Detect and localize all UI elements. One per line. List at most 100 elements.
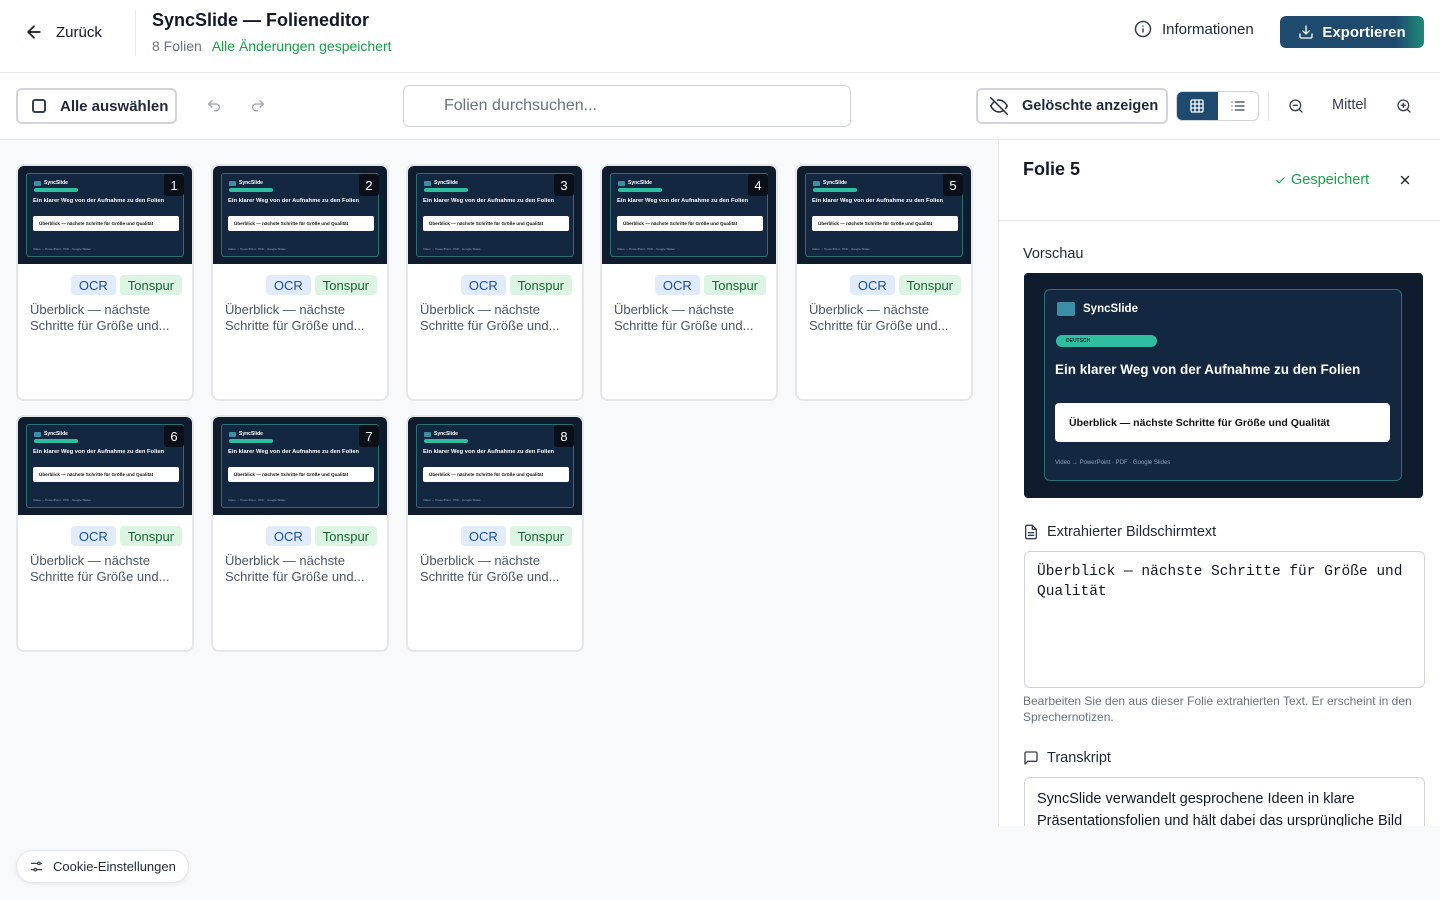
slide-card[interactable]: SyncSlide Ein klarer Weg von der Aufnahme… [211,164,389,401]
thumbnail-box: Überblick — nächste Schritte für Größe u… [617,216,763,231]
slide-excerpt: Überblick — nächste Schritte für Größe u… [809,302,949,333]
list-view-button[interactable] [1218,92,1259,120]
thumbnail-logo: SyncSlide [229,180,263,186]
cookie-settings-button[interactable]: Cookie-Einstellungen [16,850,189,883]
slide-thumbnail: SyncSlide Ein klarer Weg von der Aufnahme… [18,166,192,264]
slide-number: 8 [554,425,574,447]
show-deleted-label: Gelöschte anzeigen [1022,98,1159,114]
app-header: Zurück SyncSlide — Folieneditor 8 Folien… [0,0,1440,73]
thumbnail-pill [229,188,273,192]
export-button[interactable]: Exportieren [1280,16,1424,48]
logo-icon [618,180,625,186]
slide-thumbnail: SyncSlide Ein klarer Weg von der Aufnahme… [602,166,776,264]
audio-badge: Tonspur [314,526,377,546]
preview-box: Überblick — nächste Schritte für Größe u… [1055,403,1390,442]
page-title: SyncSlide — Folieneditor [152,10,370,30]
thumbnail-pill [813,188,857,192]
redo-button[interactable] [247,95,269,117]
zoom-out-icon [1289,99,1303,113]
logo-icon [34,431,41,437]
info-button[interactable]: Informationen [1134,20,1254,38]
list-icon [1231,101,1245,111]
grid-view-button[interactable] [1177,92,1218,120]
ocr-badge: OCR [460,275,506,295]
zoom-in-button[interactable] [1393,95,1415,117]
sliders-icon [30,861,43,872]
slide-excerpt: Überblick — nächste Schritte für Größe u… [225,302,365,333]
logo-icon [229,431,236,437]
slide-number: 6 [164,425,184,447]
close-button[interactable] [1395,170,1415,190]
thumbnail-box: Überblick — nächste Schritte für Größe u… [228,467,374,482]
search-input[interactable]: Folien durchsuchen... [403,85,851,127]
zoom-in-icon [1397,99,1411,113]
slide-card[interactable]: SyncSlide Ein klarer Weg von der Aufnahme… [406,164,584,401]
slide-card[interactable]: SyncSlide Ein klarer Weg von der Aufnahme… [16,164,194,401]
back-label: Zurück [56,23,102,41]
ocr-badge: OCR [460,526,506,546]
extracted-hint: Bearbeiten Sie den aus dieser Folie extr… [1023,694,1412,724]
slide-excerpt: Überblick — nächste Schritte für Größe u… [225,553,365,584]
thumbnail-logo: SyncSlide [34,431,68,437]
audio-badge: Tonspur [509,526,572,546]
thumbnail-title: Ein klarer Weg von der Aufnahme zu den F… [228,198,360,204]
download-icon [1299,25,1313,39]
saved-label: Gespeichert [1291,172,1370,188]
transcript-field[interactable]: SyncSlide verwandelt gesprochene Ideen i… [1024,777,1425,826]
thumbnail-slide: SyncSlide Ein klarer Weg von der Aufnahme… [26,424,184,508]
check-icon [1276,176,1285,183]
zoom-out-button[interactable] [1285,95,1307,117]
grid-icon [1190,99,1204,113]
slide-preview: SyncSlide DEUTSCH Ein klarer Weg von der… [1024,273,1423,498]
thumbnail-brand: SyncSlide [239,431,263,437]
thumbnail-brand: SyncSlide [239,180,263,186]
cookie-label: Cookie-Einstellungen [53,859,176,874]
thumbnail-box: Überblick — nächste Schritte für Größe u… [812,216,958,231]
slide-number: 1 [164,174,184,196]
back-button[interactable]: Zurück [24,18,102,46]
checkbox[interactable] [32,99,46,113]
slide-card[interactable]: SyncSlide Ein klarer Weg von der Aufnahme… [600,164,778,401]
extracted-text-field[interactable]: Überblick — nächste Schritte für Größe u… [1024,551,1425,688]
undo-button[interactable] [203,95,225,117]
slide-thumbnail: SyncSlide Ein klarer Weg von der Aufnahme… [797,166,971,264]
divider [1268,91,1269,121]
slide-tags: OCR Tonspur [265,275,377,295]
slide-card[interactable]: SyncSlide Ein klarer Weg von der Aufnahme… [16,415,194,652]
audio-badge: Tonspur [314,275,377,295]
slide-card[interactable]: SyncSlide Ein klarer Weg von der Aufnahme… [795,164,973,401]
slide-card[interactable]: SyncSlide Ein klarer Weg von der Aufnahme… [406,415,584,652]
thumbnail-title: Ein klarer Weg von der Aufnahme zu den F… [812,198,944,204]
thumbnail-title: Ein klarer Weg von der Aufnahme zu den F… [423,198,555,204]
logo-icon [34,180,41,186]
select-all-button[interactable]: Alle auswählen [16,88,177,124]
thumbnail-pill [34,439,78,443]
logo-icon [229,180,236,186]
slide-excerpt: Überblick — nächste Schritte für Größe u… [30,302,170,333]
divider [135,10,136,56]
show-deleted-button[interactable]: Gelöschte anzeigen [976,88,1168,124]
slide-detail-panel: Folie 5 Gespeichert Vorschau SyncSlide D… [998,140,1440,826]
thumbnail-brand: SyncSlide [434,180,458,186]
language-pill: DEUTSCH [1056,335,1157,347]
thumbnail-footer: Video → PowerPoint · PDF · Google Slides [423,247,481,251]
logo-icon [1057,302,1075,316]
thumbnail-title: Ein klarer Weg von der Aufnahme zu den F… [33,449,165,455]
thumbnail-slide: SyncSlide Ein klarer Weg von der Aufnahme… [26,173,184,257]
ocr-badge: OCR [70,275,116,295]
thumbnail-box: Überblick — nächste Schritte für Größe u… [423,467,569,482]
thumbnail-brand: SyncSlide [628,180,652,186]
thumbnail-brand: SyncSlide [44,431,68,437]
thumbnail-brand: SyncSlide [434,431,458,437]
preview-logo: SyncSlide [1057,302,1138,316]
thumbnail-footer: Video → PowerPoint · PDF · Google Slides [812,247,870,251]
thumbnail-pill [424,439,468,443]
thumbnail-footer: Video → PowerPoint · PDF · Google Slides [228,247,286,251]
thumbnail-box: Überblick — nächste Schritte für Größe u… [228,216,374,231]
arrow-left-icon [27,25,41,39]
slide-card[interactable]: SyncSlide Ein klarer Weg von der Aufnahme… [211,415,389,652]
logo-icon [424,180,431,186]
thumbnail-footer: Video → PowerPoint · PDF · Google Slides [33,247,91,251]
thumbnail-title: Ein klarer Weg von der Aufnahme zu den F… [228,449,360,455]
preview-slide: SyncSlide DEUTSCH Ein klarer Weg von der… [1044,289,1402,481]
